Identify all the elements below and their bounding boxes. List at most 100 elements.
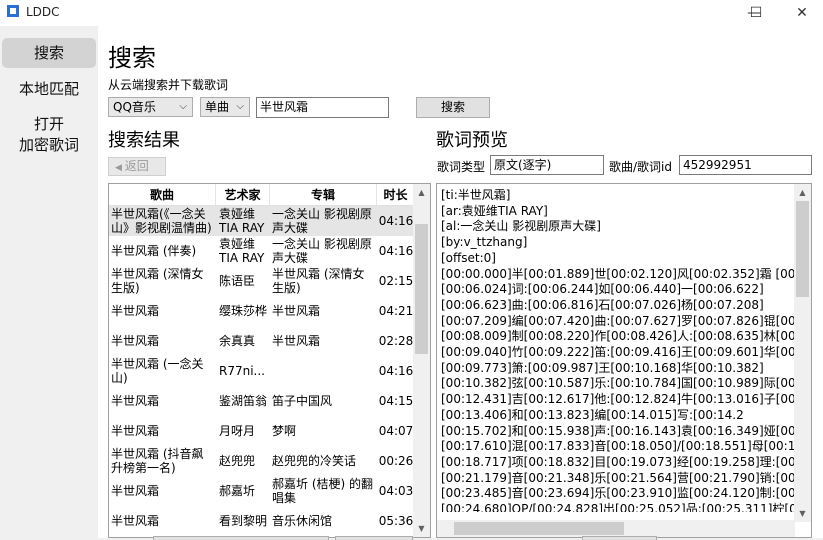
maximize-button[interactable]: ☐ [733,0,779,26]
close-button[interactable]: ✕ [779,0,823,26]
artist-cell-text: 鉴湖笛翁 [219,394,267,408]
lyrics-preview[interactable]: [ti:半世风霜] [ar:袁娅维TIA RAY] [al:一念关山 影视剧原声大碟… [436,183,812,538]
table-row[interactable]: 半世风霜 鉴湖笛翁 笛子中国风 04:15 [109,386,414,416]
search-input[interactable]: 半世风霜 [256,97,389,118]
scroll-down-icon[interactable]: ▼ [413,520,430,537]
song-cell-text: 半世风霜 (一念关山) [111,357,204,385]
table-row[interactable]: 半世风霜 月呀月 梦啊 04:07 [109,416,414,446]
song-cell: 半世风霜(《一念关山》影视剧温情曲) [111,206,215,236]
column-header-artist[interactable]: 艺术家 [216,184,270,206]
song-cell-text: 半世风霜 [111,484,160,498]
back-label: 返回 [124,159,149,173]
lyrics-line: [by:v_ttzhang] [441,235,528,250]
duration-cell-text: 05:36 [379,514,413,528]
column-header-song[interactable]: 歌曲 [109,184,216,206]
artist-cell-text: 郝嘉圻 [219,484,256,498]
artist-cell-text: 月呀月 [219,424,256,438]
sidebar-item-search[interactable]: 搜索 [2,38,96,68]
sidebar-item-local-match[interactable]: 本地匹配 [2,75,96,103]
bottom-button-partial[interactable] [335,536,413,540]
album-cell: 半世风霜 (深情女生版) [272,266,376,296]
song-cell-text: 半世风霜(《一念关山》影视剧温情曲) [111,207,212,235]
table-row[interactable]: 半世风霜 余真真 半世风霜 02:28 [109,326,414,356]
scroll-down-icon[interactable]: ▼ [794,505,811,522]
album-cell: 音乐休闲馆 [272,506,376,536]
song-cell-text: 半世风霜 (抖音飙升榜第一名) [111,447,204,475]
lyrics-line: [00:07.209]编[00:07.420]曲:[00:07.627]罗[00… [441,313,796,328]
duration-cell-text: 02:15 [379,274,413,288]
artist-cell: R77ni... [219,356,267,386]
sidebar-item-open-encrypted[interactable]: 打开 加密歌词 [2,114,96,158]
bottom-button-partial[interactable] [153,536,329,540]
table-row[interactable]: 半世风霜 缨珠莎桦 半世风霜 04:21 [109,296,414,326]
table-row[interactable]: 半世风霜 (伴奏) 袁娅维TIA RAY 一念关山 影视剧原声大碟 04:16 [109,236,414,266]
bottom-button-partial[interactable] [582,536,657,540]
search-type-select[interactable]: 单曲 ⌵ [200,97,250,117]
scroll-up-icon[interactable]: ▲ [794,184,811,201]
artist-cell-text: 看到黎明 [219,514,267,528]
duration-cell-text: 04:21 [379,304,413,318]
song-cell: 半世风霜 [111,326,215,356]
album-cell-text: 郝嘉圻 (桔梗) 的翻唱集 [272,477,373,505]
chevron-down-icon: ⌵ [236,101,244,112]
duration-cell: 05:36 [379,506,413,536]
back-button[interactable]: ◀ 返回 [108,157,166,176]
album-cell: 赵兜兜的冷笑话 [272,446,376,476]
table-row[interactable]: 半世风霜 郝嘉圻 郝嘉圻 (桔梗) 的翻唱集 04:03 [109,476,414,506]
results-scrollbar[interactable]: ▲ ▼ [413,184,430,537]
album-cell-text: 半世风霜 [272,334,321,348]
table-row[interactable]: 半世风霜 (抖音飙升榜第一名) 赵兜兜 赵兜兜的冷笑话 00:26 [109,446,414,476]
artist-cell: 余真真 [219,326,267,356]
duration-cell: 04:07 [379,416,413,446]
table-row[interactable]: 半世风霜 看到黎明 音乐休闲馆 05:36 [109,506,414,536]
lyrics-hscrollbar[interactable] [437,520,795,537]
song-cell-text: 半世风霜 (深情女生版) [111,267,204,295]
column-header-album[interactable]: 专辑 [270,184,377,206]
song-cell-text: 半世风霜 (伴奏) [111,244,197,258]
title-bar: LDDC — ☐ ✕ [0,0,823,26]
song-cell: 半世风霜 (伴奏) [111,236,215,266]
artist-cell-text: 余真真 [219,334,256,348]
artist-cell: 看到黎明 [219,506,267,536]
lyrics-text[interactable]: [ti:半世风霜] [ar:袁娅维TIA RAY] [al:一念关山 影视剧原声大碟… [441,188,796,512]
table-row[interactable]: 半世风霜(《一念关山》影视剧温情曲) 袁娅维TIA RAY 一念关山 影视剧原声大碟… [109,206,414,236]
duration-cell: 04:03 [379,476,413,506]
sidebar-item-label-line1: 打开 [33,115,64,133]
album-cell: 半世风霜 [272,326,376,356]
table-row[interactable]: 半世风霜 (一念关山) R77ni... 04:16 [109,356,414,386]
song-cell: 半世风霜 (一念关山) [111,356,215,386]
lyrics-vscroll-thumb[interactable] [796,201,809,297]
artist-cell: 鉴湖笛翁 [219,386,267,416]
chevron-down-icon: ⌵ [179,101,187,112]
song-cell-text: 半世风霜 [111,394,160,408]
artist-cell: 郝嘉圻 [219,476,267,506]
lyrics-type-field[interactable]: 原文(逐字) [490,155,604,175]
artist-cell-text: 袁娅维TIA RAY [219,207,265,235]
lyrics-line: [00:12.431]吉[00:12.617]他:[00:12.824]牛[00… [441,392,796,407]
lyrics-line: [00:08.009]制[00:08.220]作[00:08.426]人:[00… [441,329,796,344]
column-header-duration[interactable]: 时长 [377,184,414,206]
album-cell-text: 半世风霜 [272,304,321,318]
lyrics-hscroll-thumb[interactable] [454,522,624,535]
lyrics-line: [ti:半世风霜] [441,188,511,202]
source-select[interactable]: QQ音乐 ⌵ [108,97,193,117]
duration-cell: 02:28 [379,326,413,356]
lyrics-line: [00:21.179]音[00:21.348]乐[00:21.564]营[00:… [441,470,796,485]
song-id-label: 歌曲/歌词id [609,160,672,174]
song-id-field[interactable]: 452992951 [679,155,812,175]
lyrics-line: [00:00.000]半[00:01.889]世[00:02.120]风[00:… [441,266,796,281]
duration-cell: 04:15 [379,386,413,416]
lyrics-vscrollbar[interactable]: ▲ ▼ [794,184,811,522]
scroll-up-icon[interactable]: ▲ [413,184,430,201]
table-row[interactable]: 半世风霜 (深情女生版) 陈语臣 半世风霜 (深情女生版) 02:15 [109,266,414,296]
artist-cell: 月呀月 [219,416,267,446]
results-scroll-thumb[interactable] [415,224,428,354]
lyrics-line: [00:18.717]项[00:18.832]目[00:19.073]经[00:… [441,454,796,469]
lyrics-line: [00:10.382]弦[00:10.587]乐:[00:10.784]国[00… [441,376,796,391]
song-cell-text: 半世风霜 [111,424,160,438]
search-button[interactable]: 搜索 [416,97,490,118]
song-cell: 半世风霜 [111,476,215,506]
sidebar-item-label-line2: 加密歌词 [18,136,79,154]
album-cell-text: 笛子中国风 [272,394,333,408]
main-panel: 搜索 从云端搜索并下载歌词 QQ音乐 ⌵ 单曲 ⌵ 半世风霜 搜索 搜索结果 ◀… [98,26,823,540]
